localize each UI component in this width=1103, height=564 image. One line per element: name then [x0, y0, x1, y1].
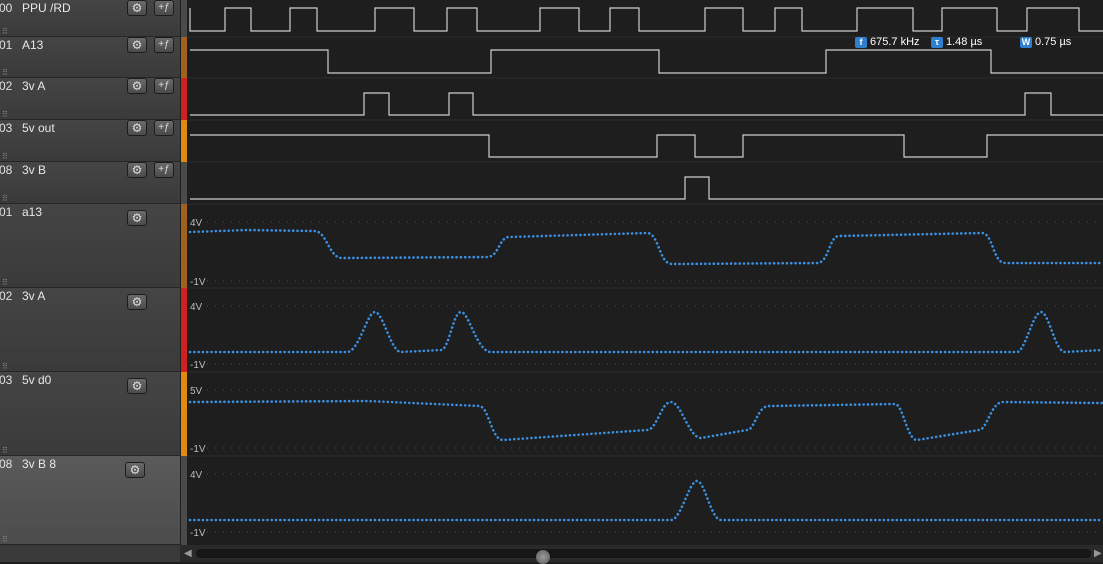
channel-number: 00: [0, 1, 13, 15]
channel-row-analog-5v-d0[interactable]: 03 5v d0 ⚙ ⠿: [0, 372, 180, 456]
channel-number: 02: [0, 79, 13, 93]
channel-name[interactable]: a13: [22, 205, 42, 219]
analog-vmax-label: 4V: [190, 470, 203, 481]
gear-icon[interactable]: ⚙: [127, 37, 147, 53]
scrollbar-spacer: [0, 545, 180, 562]
drag-handle-icon[interactable]: ⠿: [2, 279, 8, 287]
channel-label-panel: 00 PPU /RD ⚙ +ƒ ⠿ 01 A13 ⚙ +ƒ ⠿ 02 3v A …: [0, 0, 180, 545]
frequency-icon: f: [855, 37, 867, 48]
analog-vmax-label: 4V: [190, 218, 203, 229]
scroll-right-icon[interactable]: ▶: [1094, 548, 1102, 559]
scroll-track[interactable]: [196, 549, 1091, 564]
channel-name[interactable]: 3v A: [22, 289, 45, 303]
period-readout: τ 1.48 µs: [931, 36, 982, 48]
trigger-icon[interactable]: +ƒ: [154, 120, 174, 136]
drag-handle-icon[interactable]: ⠿: [2, 195, 8, 203]
channel-name[interactable]: 3v B: [22, 163, 46, 177]
channel-number: 01: [0, 38, 13, 52]
analog-vmin-label: -1V: [190, 360, 206, 371]
trigger-icon[interactable]: +ƒ: [154, 78, 174, 94]
horizontal-scrollbar[interactable]: ◀ ▶: [0, 545, 1103, 564]
frequency-readout: f 675.7 kHz: [855, 36, 920, 48]
gear-icon[interactable]: ⚙: [127, 0, 147, 16]
scroll-left-icon[interactable]: ◀: [184, 548, 192, 559]
drag-handle-icon[interactable]: ⠿: [2, 153, 8, 161]
width-readout: W 0.75 µs: [1020, 36, 1071, 48]
waveform-plot[interactable]: 4V -1V 4V -1V 5V -1V 4V -1V: [187, 0, 1103, 545]
analog-vmin-label: -1V: [190, 277, 206, 288]
width-value: 0.75 µs: [1035, 36, 1072, 48]
channel-row-ppu-rd[interactable]: 00 PPU /RD ⚙ +ƒ ⠿: [0, 0, 180, 37]
drag-handle-icon[interactable]: ⠿: [2, 363, 8, 371]
gear-icon[interactable]: ⚙: [127, 294, 147, 310]
channel-number: 08: [0, 457, 13, 471]
period-icon: τ: [931, 37, 943, 48]
channel-number: 08: [0, 163, 13, 177]
channel-row-analog-3v-b-8[interactable]: 08 3v B 8 ⚙ ⠿: [0, 456, 180, 545]
channel-name[interactable]: 5v d0: [22, 373, 51, 387]
trigger-icon[interactable]: +ƒ: [154, 162, 174, 178]
trigger-icon[interactable]: +ƒ: [154, 0, 174, 16]
channel-number: 01: [0, 205, 13, 219]
analog-vmin-label: -1V: [190, 444, 206, 455]
width-icon: W: [1020, 37, 1032, 48]
drag-handle-icon[interactable]: ⠿: [2, 28, 8, 36]
frequency-value: 675.7 kHz: [870, 36, 920, 48]
channel-row-analog-3v-a[interactable]: 02 3v A ⚙ ⠿: [0, 288, 180, 372]
channel-name[interactable]: 3v B 8: [22, 457, 56, 471]
channel-row-3v-a[interactable]: 02 3v A ⚙ +ƒ ⠿: [0, 78, 180, 120]
drag-handle-icon[interactable]: ⠿: [2, 447, 8, 455]
trigger-icon[interactable]: +ƒ: [154, 37, 174, 53]
channel-name[interactable]: 3v A: [22, 79, 45, 93]
channel-number: 03: [0, 121, 13, 135]
channel-row-analog-a13[interactable]: 01 a13 ⚙ ⠿: [0, 204, 180, 288]
analog-vmax-label: 5V: [190, 386, 203, 397]
channel-row-5v-out[interactable]: 03 5v out ⚙ +ƒ ⠿: [0, 120, 180, 162]
channel-row-a13[interactable]: 01 A13 ⚙ +ƒ ⠿: [0, 37, 180, 78]
analog-vmax-label: 4V: [190, 302, 203, 313]
channel-number: 03: [0, 373, 13, 387]
channel-number: 02: [0, 289, 13, 303]
gear-icon[interactable]: ⚙: [127, 378, 147, 394]
channel-name[interactable]: A13: [22, 38, 43, 52]
drag-handle-icon[interactable]: ⠿: [2, 69, 8, 77]
gear-icon[interactable]: ⚙: [125, 462, 145, 478]
channel-row-3v-b[interactable]: 08 3v B ⚙ +ƒ ⠿: [0, 162, 180, 204]
period-value: 1.48 µs: [946, 36, 983, 48]
gear-icon[interactable]: ⚙: [127, 120, 147, 136]
analog-vmin-label: -1V: [190, 528, 206, 539]
gear-icon[interactable]: ⚙: [127, 162, 147, 178]
gear-icon[interactable]: ⚙: [127, 210, 147, 226]
channel-name[interactable]: 5v out: [22, 121, 55, 135]
drag-handle-icon[interactable]: ⠿: [2, 536, 8, 544]
gear-icon[interactable]: ⚙: [127, 78, 147, 94]
drag-handle-icon[interactable]: ⠿: [2, 111, 8, 119]
channel-name[interactable]: PPU /RD: [22, 1, 71, 15]
